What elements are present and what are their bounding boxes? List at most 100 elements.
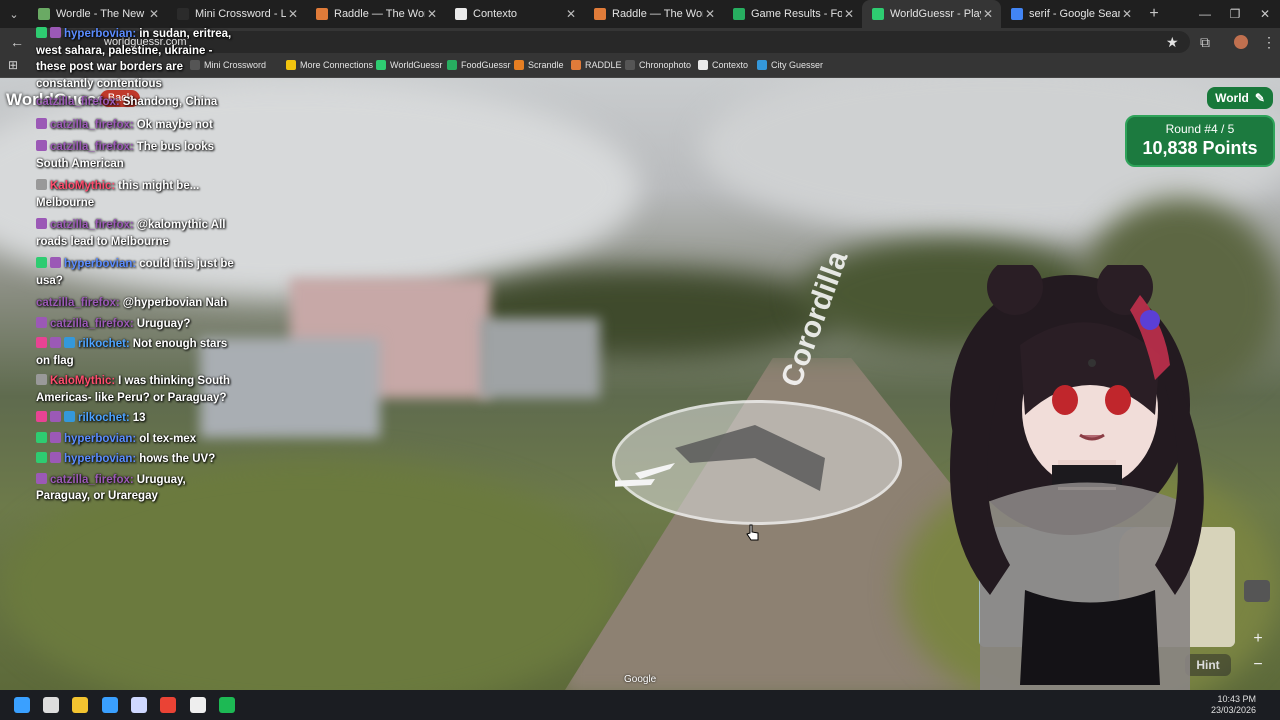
tab-close-icon[interactable]: ✕ [425, 7, 439, 21]
file-explorer-icon[interactable] [72, 697, 88, 713]
chrome-icon[interactable] [160, 697, 176, 713]
map-toggle-icon[interactable] [1244, 580, 1270, 602]
chat-text: Shandong, China [122, 96, 218, 108]
new-tab-button[interactable]: + [1140, 5, 1168, 23]
bookmark-label: Contexto [712, 60, 749, 70]
tab-close-icon[interactable]: ✕ [842, 7, 856, 21]
browser-tab[interactable]: Wordle - The New York✕ [28, 0, 167, 28]
browser-tab[interactable]: WorldGuessr - Play Geog✕ [862, 0, 1001, 28]
chat-message: hyperbovian: in sudan, eritrea, west saha… [36, 26, 236, 92]
bookmark-item[interactable]: City Guesser [757, 60, 823, 70]
bookmark-favicon [286, 60, 296, 70]
close-window-button[interactable]: ✕ [1250, 0, 1280, 28]
chat-username: hyperbovian: [64, 432, 137, 445]
navigation-arrow-disc[interactable] [607, 400, 905, 528]
browser-tab[interactable]: Raddle — The Word Trans✕ [306, 0, 445, 28]
tab-title: WorldGuessr - Play Geog [890, 8, 981, 20]
tab-close-icon[interactable]: ✕ [286, 7, 300, 21]
bookmark-item[interactable]: More Connections [286, 60, 373, 70]
tab-close-icon[interactable]: ✕ [981, 7, 995, 21]
chat-badge-icon [50, 452, 61, 463]
tabs: Wordle - The New York✕Mini Crossword - L… [28, 0, 1140, 28]
bookmark-item[interactable]: RADDLE [571, 60, 622, 70]
zoom-in-button[interactable]: + [1245, 630, 1271, 652]
bookmark-item[interactable]: Contexto [698, 60, 748, 70]
tab-title: Raddle — The Word Trans [334, 8, 425, 20]
chat-badge-icon [50, 27, 61, 38]
zoom-out-button[interactable]: − [1245, 656, 1271, 678]
discord-icon[interactable] [190, 697, 206, 713]
bookmark-item[interactable]: Scrandle [514, 60, 564, 70]
browser-tab[interactable]: serif - Google Search✕ [1001, 0, 1140, 28]
pencil-icon: ✎ [1254, 91, 1265, 105]
spotify-icon[interactable] [219, 697, 235, 713]
tab-search-icon[interactable]: ⌄ [0, 0, 28, 28]
chat-message: catzilla_firefox: Uruguay, Paraguay, or U… [36, 472, 236, 505]
chat-badge-icon [36, 374, 47, 385]
apps-grid-icon[interactable]: ⊞ [8, 58, 18, 72]
chat-username: catzilla_firefox: [50, 317, 134, 330]
chat-username: hyperbovian: [64, 28, 137, 40]
bookmark-favicon [376, 60, 386, 70]
menu-dots-icon[interactable]: ⋮ [1262, 34, 1276, 51]
clock-time: 10:43 PM [1217, 694, 1256, 704]
chat-text: 13 [132, 412, 146, 424]
clock-date: 23/03/2026 [1210, 705, 1256, 715]
chat-badge-icon [36, 140, 47, 151]
chat-username: catzilla_firefox: [50, 219, 134, 231]
stream-chat: hyperbovian: in sudan, eritrea, west saha… [36, 26, 236, 505]
tab-title: Raddle — The Word Trans [612, 8, 703, 20]
tab-favicon [594, 8, 606, 20]
tab-close-icon[interactable]: ✕ [1120, 7, 1134, 21]
bookmark-favicon [625, 60, 635, 70]
chat-badge-icon [36, 179, 47, 190]
tab-strip: ⌄ Wordle - The New York✕Mini Crossword -… [0, 0, 1280, 28]
browser-tab[interactable]: Raddle — The Word Trans✕ [584, 0, 723, 28]
windows-start-icon[interactable] [14, 697, 30, 713]
chat-username: rilkochet: [78, 338, 130, 350]
tab-close-icon[interactable]: ✕ [147, 7, 161, 21]
bookmark-star-icon[interactable]: ★ [1166, 34, 1179, 51]
bookmark-item[interactable]: WorldGuessr [376, 60, 442, 70]
google-watermark: Google [624, 674, 657, 685]
vtube-studio-icon[interactable] [131, 697, 147, 713]
chat-badge-icon [36, 117, 47, 129]
chat-message: rilkochet: 13 [36, 410, 236, 427]
tab-title: serif - Google Search [1029, 8, 1120, 20]
chat-message: catzilla_firefox: @hyperbovian Nah [36, 295, 236, 312]
obs-icon[interactable] [43, 697, 59, 713]
bookmark-favicon [571, 60, 581, 70]
tab-close-icon[interactable]: ✕ [703, 7, 717, 21]
tab-title: Mini Crossword - Los Angeles [195, 8, 286, 20]
tab-title: Wordle - The New York [56, 8, 147, 20]
chat-text: @hyperbovian Nah [122, 297, 228, 309]
maximize-button[interactable]: ❐ [1220, 0, 1250, 28]
bookmark-favicon [514, 60, 524, 70]
browser-tab[interactable]: Mini Crossword - Los Angeles✕ [167, 0, 306, 28]
move-arrow-icon[interactable] [607, 403, 905, 528]
tab-favicon [38, 8, 50, 20]
map-mode-button[interactable]: World ✎ [1207, 87, 1273, 109]
chat-username: catzilla_firefox: [50, 141, 134, 153]
bookmark-favicon [447, 60, 457, 70]
back-arrow-icon[interactable]: ← [10, 34, 24, 50]
hand-cursor-icon [746, 524, 759, 541]
chat-badge-icon [64, 411, 75, 422]
photos-icon[interactable] [102, 697, 118, 713]
profile-avatar[interactable] [1234, 35, 1248, 49]
chat-badge-icon [36, 472, 47, 484]
extensions-icon[interactable]: ⧉ [1200, 34, 1210, 51]
browser-tab[interactable]: Contexto ✕ [445, 0, 584, 28]
system-clock[interactable]: 10:43 PM 23/03/2026 [1211, 694, 1256, 716]
bookmark-item[interactable]: Chronophoto [625, 60, 691, 70]
chat-username: rilkochet: [78, 412, 130, 424]
chat-message: KaloMythic: this might be... Melbourne [36, 178, 236, 211]
tab-favicon [177, 8, 189, 20]
chat-badge-icon [36, 316, 47, 328]
bookmark-label: Scrandle [528, 60, 564, 70]
chat-message: hyperbovian: could this just be usa? [36, 256, 236, 289]
bookmark-item[interactable]: FoodGuessr [447, 60, 511, 70]
minimize-button[interactable]: — [1190, 0, 1220, 28]
browser-tab[interactable]: Game Results - FoodGuessr✕ [723, 0, 862, 28]
tab-close-icon[interactable]: ✕ [564, 7, 578, 21]
